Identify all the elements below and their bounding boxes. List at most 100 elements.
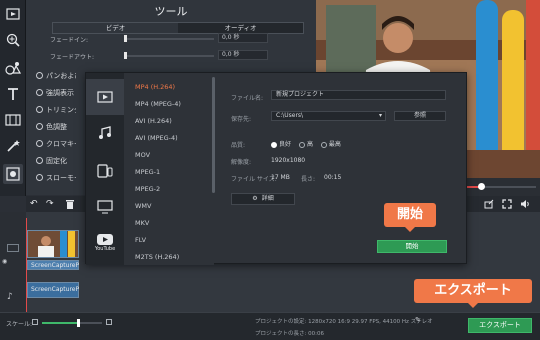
video-category-icon[interactable] <box>86 79 124 115</box>
footer: スケール: プロジェクトの設定: 1280x720 16:9 29.97 FPS… <box>0 312 540 340</box>
save-to-select[interactable]: C:\Users\ ▾ <box>271 111 386 121</box>
format-item[interactable]: M2TS (H.264) <box>135 253 179 261</box>
quality-option-high[interactable]: 高 <box>298 141 313 148</box>
resolution-label: 解像度: <box>231 159 252 166</box>
fade-out-value[interactable]: 0,0 秒 <box>218 50 268 60</box>
effect-item[interactable]: トリミング <box>36 104 76 115</box>
share-icon[interactable] <box>484 199 494 211</box>
music-note-icon: ♪ <box>7 292 13 302</box>
zoom-in-icon[interactable] <box>106 319 112 325</box>
youtube-label: YouTube <box>94 246 116 252</box>
effect-icon <box>36 140 43 147</box>
format-item[interactable]: MP4 (H.264) <box>135 83 175 91</box>
format-item[interactable]: MKV <box>135 219 149 227</box>
effect-item[interactable]: 強調表示 <box>36 87 76 98</box>
effect-item[interactable]: 色調整 <box>36 121 76 132</box>
effect-item[interactable]: パンおよび <box>36 70 76 81</box>
radio-icon <box>298 141 305 148</box>
quality-option-best[interactable]: 最高 <box>320 141 341 148</box>
chevron-down-icon: ▾ <box>378 112 382 119</box>
format-category-sidebar: YouTube <box>86 73 124 265</box>
fade-in-knob[interactable] <box>124 35 127 42</box>
effect-icon <box>36 123 43 130</box>
fade-in-label: フェードイン: <box>50 37 89 44</box>
video-clip[interactable] <box>27 230 79 258</box>
effect-label: トリミング <box>46 105 76 114</box>
fullscreen-icon[interactable] <box>502 199 512 211</box>
resolution-value: 1920x1080 <box>271 157 306 164</box>
titles-icon[interactable] <box>3 84 23 104</box>
effect-icon <box>36 72 43 79</box>
tab-video[interactable]: ビデオ <box>53 23 178 33</box>
tv-category-icon[interactable] <box>86 189 124 225</box>
scale-label: スケール: <box>6 321 33 328</box>
format-item[interactable]: WMV <box>135 202 151 210</box>
scale-slider-fill <box>42 322 78 324</box>
browse-button[interactable]: 参照 <box>394 111 446 121</box>
effect-label: スローモー <box>46 173 76 182</box>
project-settings: プロジェクトの設定: 1280x720 16:9 29.97 FPS, 4410… <box>255 319 433 325</box>
visibility-icon[interactable]: ◉ <box>2 258 7 265</box>
format-item[interactable]: MOV <box>135 151 150 159</box>
details-button[interactable]: ⚙ 詳細 <box>231 193 295 205</box>
format-item[interactable]: FLV <box>135 236 146 244</box>
more-tools-icon[interactable] <box>3 164 23 184</box>
save-to-label: 保存先: <box>231 116 252 123</box>
radio-icon <box>271 141 277 148</box>
start-export-button[interactable]: 開始 <box>377 240 447 253</box>
playback-handle[interactable] <box>478 183 485 190</box>
effect-label: 固定化 <box>46 156 67 165</box>
fade-in-value[interactable]: 0,0 秒 <box>218 33 268 43</box>
export-dialog: YouTube MP4 (H.264) MP4 (MPEG-4) AVI (H.… <box>85 72 467 265</box>
delete-icon[interactable] <box>66 199 74 211</box>
length-label: 長さ: <box>301 176 316 183</box>
magic-wand-icon[interactable] <box>3 136 23 156</box>
filename-input[interactable]: 新規プロジェクト <box>271 90 446 100</box>
format-item[interactable]: MPEG-2 <box>135 185 160 193</box>
media-import-icon[interactable] <box>3 4 23 24</box>
scale-slider[interactable] <box>42 319 102 327</box>
undo-icon[interactable]: ↶ <box>30 199 38 209</box>
clip-thumbnail <box>28 231 78 257</box>
effect-item[interactable]: クロマキー <box>36 138 76 149</box>
transitions-icon[interactable] <box>3 110 23 130</box>
video-clip-label-bar[interactable]: ScreenCaptureP <box>27 260 79 270</box>
scale-slider-knob[interactable] <box>77 319 80 327</box>
audio-clip-label: ScreenCaptureP <box>31 286 79 293</box>
effect-label: 強調表示 <box>46 88 74 97</box>
edit-settings-icon[interactable]: ✎ <box>415 316 421 324</box>
format-item[interactable]: MP4 (MPEG-4) <box>135 100 181 108</box>
mobile-category-icon[interactable] <box>86 153 124 189</box>
tab-audio[interactable]: オーディオ <box>178 23 303 33</box>
stickers-icon[interactable] <box>3 58 23 78</box>
export-button[interactable]: エクスポート <box>468 318 532 333</box>
playback-progress[interactable] <box>462 183 536 190</box>
filesize-value: 17 MB <box>271 174 290 181</box>
fade-out-slider[interactable] <box>124 52 214 59</box>
project-length: プロジェクトの長さ: 00:06 <box>255 331 324 337</box>
format-item[interactable]: AVI (H.264) <box>135 117 172 125</box>
format-item[interactable]: AVI (MPEG-4) <box>135 134 178 142</box>
audio-category-icon[interactable] <box>86 115 124 151</box>
effect-item[interactable]: スローモー <box>36 172 76 183</box>
volume-icon[interactable] <box>520 199 530 211</box>
gear-icon: ⚙ <box>252 195 258 202</box>
redo-icon[interactable]: ↷ <box>46 199 54 209</box>
fade-out-label: フェードアウト: <box>50 54 95 61</box>
audio-clip[interactable]: ScreenCaptureP <box>27 282 79 298</box>
format-list-scrollbar[interactable] <box>212 77 215 193</box>
format-list: MP4 (H.264) MP4 (MPEG-4) AVI (H.264) AVI… <box>124 73 214 265</box>
video-track-icon <box>7 244 19 252</box>
format-item[interactable]: MPEG-1 <box>135 168 160 176</box>
filesize-label: ファイル サイズ: <box>231 176 277 183</box>
zoom-out-icon[interactable] <box>32 319 38 325</box>
effect-item[interactable]: 固定化 <box>36 155 76 166</box>
radio-icon <box>320 141 327 148</box>
effect-label: 色調整 <box>46 122 67 131</box>
fade-out-knob[interactable] <box>124 52 127 59</box>
youtube-category-icon[interactable]: YouTube <box>86 225 124 261</box>
quality-options: 良好 高 最高 <box>271 139 341 148</box>
quality-option-good[interactable]: 良好 <box>271 141 291 148</box>
fade-in-slider[interactable] <box>124 35 214 42</box>
zoom-icon[interactable] <box>3 30 23 50</box>
